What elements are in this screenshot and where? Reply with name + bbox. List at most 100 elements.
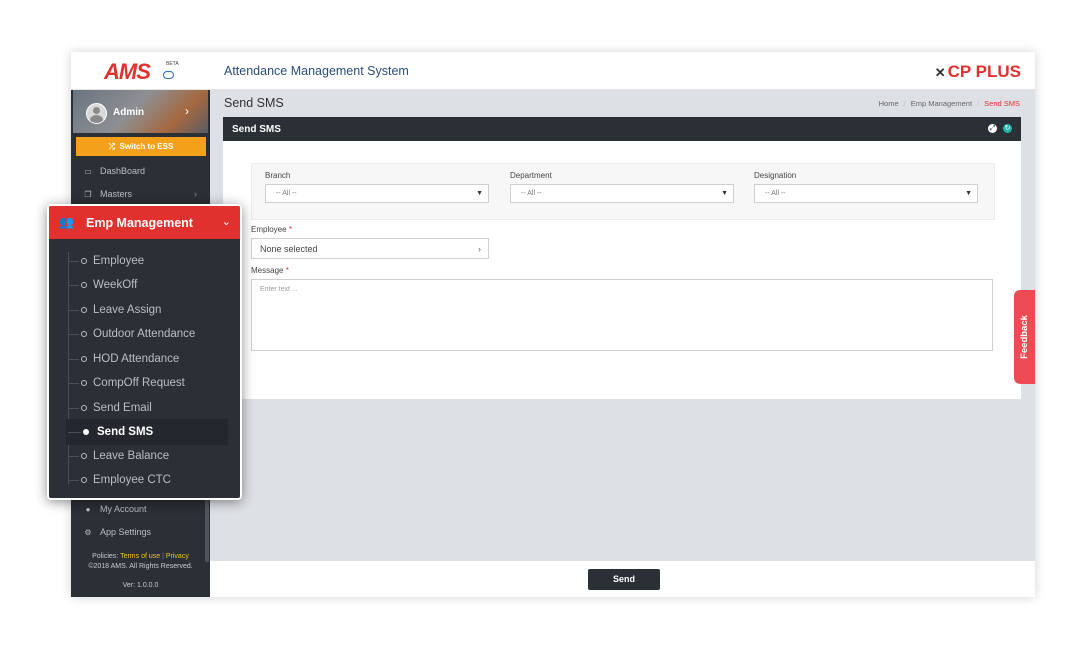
menu-item-label: Employee	[93, 255, 145, 267]
version-text: Ver: 1.0.0.0	[122, 582, 159, 589]
sidebar-item-masters[interactable]: ❐ Masters ›	[83, 187, 205, 201]
menu-item-label: Outdoor Attendance	[93, 328, 196, 340]
page-title: Send SMS	[224, 96, 284, 110]
sidebar-item-label: App Settings	[100, 527, 152, 537]
department-select[interactable]: -- All -- ▼	[510, 184, 734, 203]
switch-label: Switch to ESS	[119, 142, 174, 151]
menu-item-leave-assign[interactable]: Leave Assign	[68, 299, 238, 321]
username: Admin	[113, 107, 145, 118]
chevron-right-icon: ›	[194, 189, 197, 199]
branch-select[interactable]: -- All -- ▼	[265, 184, 489, 203]
refresh-icon[interactable]: ↻	[1003, 124, 1012, 133]
logo-area: AMS BETA	[71, 52, 210, 90]
menu-item-leave-balance[interactable]: Leave Balance	[68, 445, 238, 467]
bullet-icon	[81, 282, 87, 288]
feedback-label: Feedback	[1019, 315, 1030, 359]
brand-logo: ✕ CP PLUS	[935, 62, 1021, 82]
bullet-icon	[81, 453, 87, 459]
sidebar-item-app-settings[interactable]: ⚙ App Settings	[83, 525, 151, 539]
form-footer: Send	[210, 560, 1035, 597]
menu-item-weekoff[interactable]: WeekOff	[68, 274, 238, 296]
employee-value: None selected	[260, 244, 318, 254]
main-content: Send SMS Home / Emp Management / Send SMS Se…	[210, 90, 1035, 560]
menu-item-label: CompOff Request	[93, 377, 185, 389]
emp-management-header[interactable]: 👥 Emp Management ⌄	[49, 206, 240, 239]
avatar	[86, 103, 107, 124]
bullet-icon	[81, 258, 87, 264]
brand-x-icon: ✕	[934, 65, 946, 80]
employee-multiselect[interactable]: None selected ›	[251, 238, 489, 259]
menu-item-label: Send SMS	[97, 426, 154, 438]
terms-link[interactable]: Terms of use	[120, 553, 160, 560]
message-label: Message *	[251, 266, 289, 275]
bullet-icon	[81, 356, 87, 362]
copyright-text: ©2018 AMS. All Rights Reserved.	[88, 563, 193, 570]
privacy-link[interactable]: Privacy	[166, 553, 189, 560]
users-icon: 👥	[59, 215, 74, 229]
menu-item-compoff-request[interactable]: CompOff Request	[68, 372, 238, 394]
policies-label: Policies:	[92, 553, 119, 560]
breadcrumb: Home / Emp Management / Send SMS	[878, 99, 1020, 108]
filter-box: Branch -- All -- ▼ Department -- All -- …	[251, 163, 995, 220]
bullet-icon	[83, 429, 89, 435]
designation-label: Designation	[754, 171, 797, 180]
sidebar-footer: Policies: Terms of use | Privacy ©2018 A…	[71, 552, 210, 572]
menu-item-label: Leave Balance	[93, 450, 170, 462]
caret-down-icon: ▼	[721, 190, 728, 197]
menu-item-label: WeekOff	[93, 279, 138, 291]
top-header: Attendance Management System ✕ CP PLUS	[210, 52, 1035, 90]
designation-value: -- All --	[765, 190, 786, 197]
employee-label: Employee *	[251, 225, 292, 234]
breadcrumb-emp-management[interactable]: Emp Management	[911, 99, 972, 108]
sidebar-item-label: Masters	[100, 189, 133, 199]
sidebar-item-my-account[interactable]: ● My Account	[83, 502, 147, 516]
feedback-tab[interactable]: Feedback	[1014, 290, 1035, 384]
gears-icon: ⚙	[84, 528, 92, 537]
menu-item-send-email[interactable]: Send Email	[68, 397, 238, 419]
menu-item-label: Employee CTC	[93, 474, 171, 486]
menu-item-label: HOD Attendance	[93, 353, 180, 365]
switch-to-ess-button[interactable]: ⤮ Switch to ESS	[76, 137, 206, 156]
bullet-icon	[81, 307, 87, 313]
department-label: Department	[510, 171, 552, 180]
menu-item-send-sms[interactable]: Send SMS	[66, 419, 228, 445]
user-icon: ●	[85, 505, 91, 514]
bullet-icon	[81, 380, 87, 386]
beta-badge: BETA	[166, 61, 179, 67]
emp-management-menu: 👥 Emp Management ⌄ Employee WeekOff Leav…	[47, 204, 242, 500]
collapse-icon[interactable]: ⤢	[988, 124, 997, 133]
user-panel[interactable]: Admin ›	[73, 90, 208, 133]
bullet-icon	[81, 405, 87, 411]
menu-item-employee-ctc[interactable]: Employee CTC	[68, 469, 238, 491]
branch-value: -- All --	[276, 190, 297, 197]
brand-text: CP PLUS	[947, 62, 1021, 81]
emp-management-title: Emp Management	[86, 216, 193, 230]
chevron-right-icon: ›	[185, 104, 189, 118]
caret-down-icon: ▼	[476, 190, 483, 197]
app-title: Attendance Management System	[224, 64, 409, 78]
monitor-icon: ▭	[84, 167, 92, 176]
department-value: -- All --	[521, 190, 542, 197]
panel-header: Send SMS ⤢ ↻	[223, 117, 1021, 141]
breadcrumb-home[interactable]: Home	[879, 99, 899, 108]
menu-item-outdoor-attendance[interactable]: Outdoor Attendance	[68, 323, 238, 345]
send-sms-panel: Send SMS ⤢ ↻ Branch -- All -- ▼ Departme…	[223, 117, 1021, 399]
message-textarea[interactable]: Enter text ...	[251, 279, 993, 351]
caret-down-icon: ▼	[965, 190, 972, 197]
chevron-right-icon: ›	[478, 244, 481, 254]
send-button[interactable]: Send	[588, 569, 660, 590]
menu-item-hod-attendance[interactable]: HOD Attendance	[68, 348, 238, 370]
breadcrumb-current: Send SMS	[984, 99, 1020, 108]
chevron-down-icon: ⌄	[221, 216, 231, 228]
menu-item-label: Send Email	[93, 402, 152, 414]
copy-icon: ❐	[84, 190, 92, 199]
shuffle-icon: ⤮	[108, 142, 116, 151]
bullet-icon	[81, 477, 87, 483]
app-logo: AMS	[104, 59, 151, 84]
sidebar-item-dashboard[interactable]: ▭ DashBoard	[83, 164, 145, 178]
bullet-icon	[81, 331, 87, 337]
designation-select[interactable]: -- All -- ▼	[754, 184, 978, 203]
sidebar-item-label: My Account	[100, 504, 147, 514]
panel-title: Send SMS	[232, 124, 281, 135]
menu-item-employee[interactable]: Employee	[68, 250, 238, 272]
